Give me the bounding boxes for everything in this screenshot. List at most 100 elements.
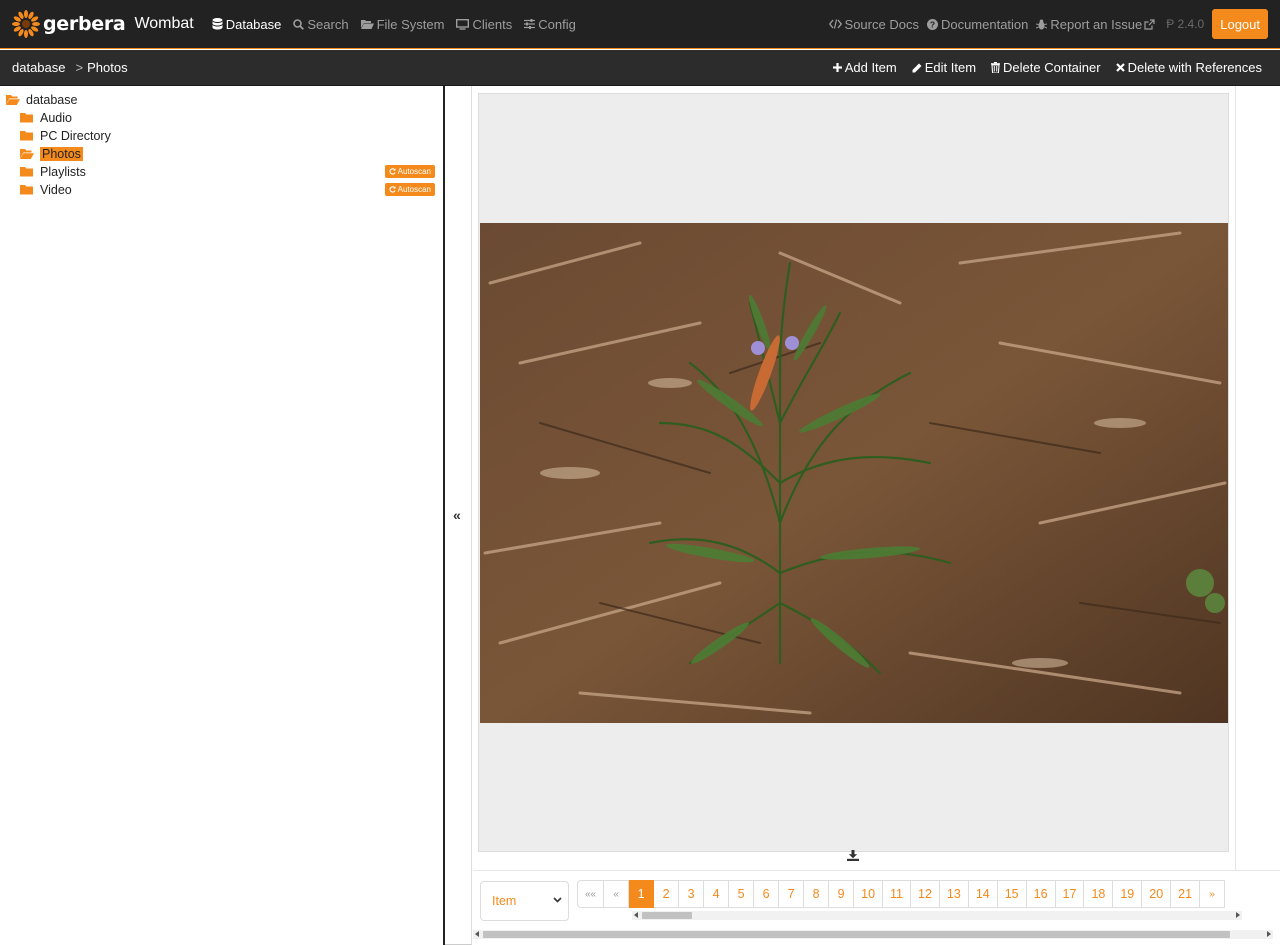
nav-file-system[interactable]: File System xyxy=(360,17,444,32)
page-10-button[interactable]: 10 xyxy=(854,880,884,908)
container-actions: Add Item Edit Item Delete Container Dele… xyxy=(818,60,1262,75)
main-nav: Database Search File System Clients Conf… xyxy=(212,17,588,32)
search-icon xyxy=(293,18,305,30)
nav-database-label: Database xyxy=(225,16,282,32)
tree-item-video[interactable]: Video Autoscan xyxy=(0,181,443,199)
edit-item-label: Edit Item xyxy=(924,60,977,75)
folder-icon xyxy=(20,166,34,178)
branch-icon: Ᵽ xyxy=(1166,17,1178,31)
folder-icon xyxy=(20,112,34,124)
nav-source-docs-label: Source Docs xyxy=(844,16,919,32)
photo-preview[interactable] xyxy=(478,93,1229,852)
scroll-thumb[interactable] xyxy=(642,912,692,919)
page-1-button[interactable]: 1 xyxy=(629,880,655,908)
bug-icon xyxy=(1036,19,1048,30)
page-7-button[interactable]: 7 xyxy=(779,880,805,908)
version-badge: Ᵽ 2.4.0 xyxy=(1166,17,1204,31)
folder-icon xyxy=(20,130,34,142)
nav-search[interactable]: Search xyxy=(293,16,349,32)
breadcrumb-separator: > xyxy=(75,60,84,75)
page-17-button[interactable]: 17 xyxy=(1055,880,1085,908)
page-15-button[interactable]: 15 xyxy=(997,880,1027,908)
page-8-button[interactable]: 8 xyxy=(804,880,830,908)
refresh-icon xyxy=(389,186,396,193)
page-4-button[interactable]: 4 xyxy=(704,880,730,908)
item-type-select[interactable]: Item xyxy=(480,881,569,921)
page-19-button[interactable]: 19 xyxy=(1113,880,1143,908)
folder-open-icon xyxy=(360,19,374,29)
monitor-icon xyxy=(456,18,470,30)
scroll-left-icon[interactable] xyxy=(634,912,638,918)
edit-item-button[interactable]: Edit Item xyxy=(912,60,976,75)
collapse-strip: « xyxy=(445,86,472,945)
page-2-button[interactable]: 2 xyxy=(654,880,680,908)
nav-database[interactable]: Database xyxy=(212,16,282,32)
scroll-thumb[interactable] xyxy=(483,931,1230,938)
scroll-right-icon[interactable] xyxy=(1267,931,1271,937)
page-9-button[interactable]: 9 xyxy=(829,880,855,908)
gerbera-flower-logo xyxy=(12,10,40,38)
page-first-button[interactable]: «« xyxy=(577,880,605,908)
delete-container-button[interactable]: Delete Container xyxy=(991,60,1101,75)
photo-thumbnail[interactable] xyxy=(480,223,1229,723)
page-prev-button[interactable]: « xyxy=(604,880,630,908)
tree-item-label: Video xyxy=(40,183,72,197)
breadcrumb-item-database[interactable]: database xyxy=(12,60,66,75)
page-18-button[interactable]: 18 xyxy=(1084,880,1114,908)
page-16-button[interactable]: 16 xyxy=(1026,880,1056,908)
nav-config-label: Config xyxy=(538,16,576,32)
brand-name: gerbera xyxy=(43,13,126,35)
tree-item-database[interactable]: database xyxy=(6,91,449,109)
folder-icon xyxy=(20,184,34,196)
nav-report-issue[interactable]: Report an Issue xyxy=(1036,17,1158,32)
breadcrumb: database > Photos xyxy=(12,60,128,75)
page-6-button[interactable]: 6 xyxy=(754,880,780,908)
tree-item-label: database xyxy=(26,93,78,107)
brand[interactable]: gerbera Wombat xyxy=(12,10,194,38)
nav-documentation[interactable]: ? Documentation xyxy=(926,16,1029,32)
autoscan-badge[interactable]: Autoscan xyxy=(384,165,435,178)
nav-documentation-label: Documentation xyxy=(940,16,1029,32)
delete-with-references-button[interactable]: Delete with References xyxy=(1115,60,1262,75)
folder-open-icon xyxy=(20,148,34,160)
tree-item-audio[interactable]: Audio xyxy=(20,109,463,127)
tree-item-photos[interactable]: Photos xyxy=(20,145,463,163)
breadcrumb-item-photos[interactable]: Photos xyxy=(87,60,127,75)
collapse-tree-button[interactable]: « xyxy=(453,507,461,523)
nav-source-docs[interactable]: Source Docs xyxy=(828,16,919,32)
scroll-right-icon[interactable] xyxy=(1236,912,1240,918)
container-tree: database Audio PC Directory Photos Playl… xyxy=(0,86,443,945)
autoscan-badge[interactable]: Autoscan xyxy=(384,183,435,196)
tree-item-playlists[interactable]: Playlists Autoscan xyxy=(0,163,443,181)
add-item-button[interactable]: Add Item xyxy=(832,60,897,75)
page-3-button[interactable]: 3 xyxy=(679,880,705,908)
page-11-button[interactable]: 11 xyxy=(883,880,912,908)
page-20-button[interactable]: 20 xyxy=(1142,880,1172,908)
page-21-button[interactable]: 21 xyxy=(1171,880,1201,908)
chevron-down-icon xyxy=(553,897,562,903)
autoscan-label: Autoscan xyxy=(397,185,431,194)
tree-item-pc-directory[interactable]: PC Directory xyxy=(20,127,463,145)
content-scrollbar[interactable] xyxy=(473,930,1273,939)
top-navbar: gerbera Wombat Database Search File Syst… xyxy=(0,0,1280,49)
page-14-button[interactable]: 14 xyxy=(968,880,998,908)
autoscan-label: Autoscan xyxy=(397,167,431,176)
scroll-left-icon[interactable] xyxy=(475,931,479,937)
nav-clients[interactable]: Clients xyxy=(456,17,512,32)
logout-button[interactable]: Logout xyxy=(1212,9,1268,39)
page-5-button[interactable]: 5 xyxy=(729,880,755,908)
add-item-label: Add Item xyxy=(844,60,897,75)
nav-config[interactable]: Config xyxy=(524,17,576,32)
pager-scrollbar[interactable] xyxy=(632,911,1242,920)
code-icon xyxy=(828,19,842,29)
pagination-row: Item «« « 1 2 3 4 5 6 7 8 9 10 11 12 13 14 15 16 17 18 19 2… xyxy=(473,870,1280,945)
nav-report-issue-label: Report an Issue xyxy=(1050,16,1143,32)
page-next-button[interactable]: » xyxy=(1200,880,1226,908)
nav-search-label: Search xyxy=(307,16,349,32)
release-name: Wombat xyxy=(134,15,194,32)
sliders-icon xyxy=(524,19,536,29)
download-icon[interactable] xyxy=(847,850,859,861)
delete-container-label: Delete Container xyxy=(1003,60,1101,75)
page-13-button[interactable]: 13 xyxy=(939,880,969,908)
page-12-button[interactable]: 12 xyxy=(911,880,940,908)
